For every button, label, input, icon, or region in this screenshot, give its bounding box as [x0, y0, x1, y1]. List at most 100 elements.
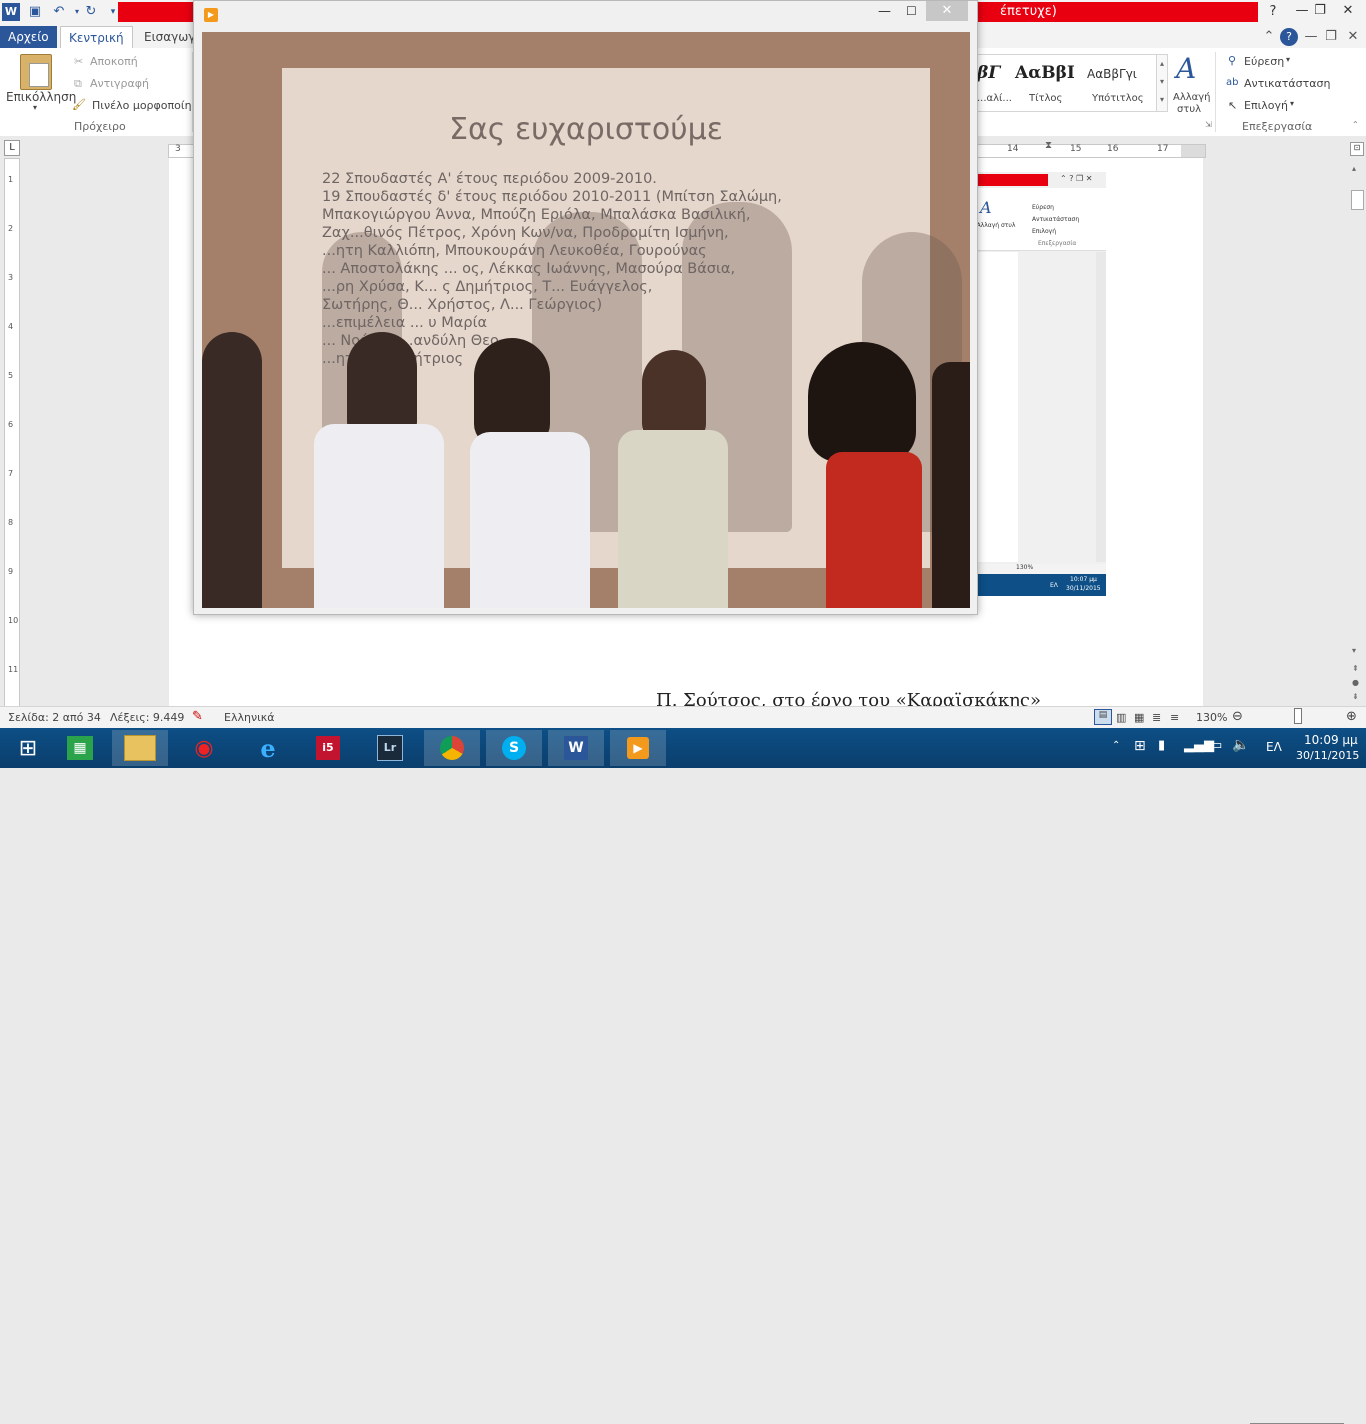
- help-circle-icon[interactable]: ?: [1280, 28, 1298, 46]
- media-app-icon[interactable]: ◉: [176, 730, 232, 766]
- device-icon[interactable]: ▮: [1158, 738, 1165, 753]
- mini-date: 30/11/2015: [1066, 585, 1101, 592]
- start-button[interactable]: ⊞: [0, 730, 56, 766]
- prev-page-icon[interactable]: ⇞: [1352, 664, 1359, 673]
- ruler-toggle-icon[interactable]: ⊡: [1350, 142, 1364, 156]
- page-count[interactable]: Σελίδα: 2 από 34: [8, 711, 101, 724]
- vertical-scrollbar[interactable]: ▴ ▾ ⇞ ● ⇟: [1348, 160, 1366, 706]
- replace-button[interactable]: Αντικατάσταση: [1244, 77, 1330, 90]
- format-painter-icon: 🖌: [72, 98, 86, 111]
- file-explorer-icon[interactable]: [112, 730, 168, 766]
- proofing-icon[interactable]: ✎: [192, 709, 203, 724]
- style-preview-title[interactable]: ΑαΒβΙ: [1015, 63, 1075, 83]
- ribbon-restore-icon[interactable]: ❐: [1322, 28, 1340, 46]
- windows-logo-icon: ⊞: [18, 735, 38, 761]
- ruler-number: 17: [1157, 144, 1169, 154]
- close-icon[interactable]: ✕: [1330, 0, 1366, 22]
- select-dropdown-icon[interactable]: ▾: [1290, 99, 1294, 108]
- change-styles-button[interactable]: Αλλαγή στυλ: [1173, 92, 1211, 116]
- vertical-ruler[interactable]: 1 2 3 4 5 6 7 8 9 10 11: [4, 158, 20, 708]
- language-status[interactable]: Ελληνικά: [224, 711, 275, 724]
- draft-icon[interactable]: ≡: [1170, 711, 1179, 724]
- person-right-edge: [932, 362, 970, 608]
- tab-file[interactable]: Αρχείο: [0, 26, 57, 48]
- zoom-slider[interactable]: [1294, 708, 1302, 724]
- media-player-window[interactable]: ▶ — ☐ ✕ Σας ευχαριστούμε 22 Σπουδαστές Α…: [193, 0, 978, 615]
- slide-bullets: 22 Σπουδαστές Α' έτους περιόδου 2009-201…: [322, 170, 962, 368]
- scroll-up-icon[interactable]: ▴: [1352, 164, 1356, 173]
- player-minimize-icon[interactable]: —: [878, 4, 891, 19]
- clock-date[interactable]: 30/11/2015: [1296, 749, 1359, 762]
- slide-title: Σας ευχαριστούμε: [449, 112, 723, 147]
- browse-object-icon[interactable]: ●: [1352, 678, 1359, 687]
- change-styles-icon: A: [1176, 52, 1197, 85]
- collapse-ribbon-arrow-icon[interactable]: ⌃: [1352, 120, 1359, 129]
- volume-icon[interactable]: 🔈: [1232, 737, 1249, 753]
- select-button[interactable]: Επιλογή: [1244, 99, 1288, 112]
- mini-change-styles: Αλλαγή στυλ: [976, 222, 1016, 229]
- person-left-edge: [202, 332, 262, 608]
- style-preview-subtitle[interactable]: ΑαΒβΓγι: [1087, 67, 1137, 81]
- keyboard-language[interactable]: ΕΛ: [1266, 740, 1282, 754]
- slide-bullet: Ζαχ...θινός Πέτρος, Χρόνη Κων/να, Προδρο…: [322, 225, 729, 241]
- player-maximize-icon[interactable]: ☐: [906, 4, 917, 18]
- redo-icon[interactable]: ↻: [82, 3, 100, 21]
- mini-find: Εύρεση: [1032, 204, 1054, 211]
- print-layout-icon[interactable]: ▤: [1094, 709, 1112, 725]
- windows-tray-icon[interactable]: ⊞: [1134, 738, 1146, 754]
- tab-home[interactable]: Κεντρική: [60, 26, 133, 49]
- find-button[interactable]: Εύρεση: [1244, 55, 1284, 68]
- vruler-number: 9: [8, 567, 14, 576]
- show-hidden-icons[interactable]: ⌃: [1112, 740, 1120, 751]
- mini-zoom: 130%: [1016, 564, 1034, 571]
- slide-bullet: Σωτήρης, Θ... Χρήστος, Λ... Γεώργιος): [322, 297, 603, 313]
- cut-button[interactable]: Αποκοπή: [90, 55, 138, 68]
- slide-bullet: ...ητη Καλλιόπη, Μπουκουράνη Λευκοθέα, Γ…: [322, 243, 707, 259]
- word-count[interactable]: Λέξεις: 9.449: [110, 711, 184, 724]
- paste-button[interactable]: Επικόλληση: [6, 90, 76, 104]
- paste-icon[interactable]: [20, 54, 52, 90]
- internet-explorer-icon[interactable]: e: [240, 730, 296, 766]
- outline-icon[interactable]: ≣: [1152, 711, 1161, 724]
- copy-button[interactable]: Αντιγραφή: [90, 77, 149, 90]
- find-icon: ⚲: [1228, 54, 1237, 67]
- zoom-level[interactable]: 130%: [1196, 711, 1227, 724]
- ribbon-close-icon[interactable]: ✕: [1344, 28, 1362, 46]
- zoom-in-icon[interactable]: ⊕: [1346, 709, 1357, 724]
- styles-gallery: βΓ ...αλί... ΑαΒβΙ Τίτλος ΑαΒβΓγι Υπότιτ…: [976, 54, 1158, 112]
- lightroom-icon[interactable]: Lr: [362, 730, 418, 766]
- chrome-icon[interactable]: [424, 730, 480, 766]
- read-mode-icon[interactable]: ▥: [1116, 711, 1126, 724]
- clock-time[interactable]: 10:09 μμ: [1304, 733, 1358, 747]
- tab-selector-icon[interactable]: L: [4, 140, 20, 156]
- style-preview-1[interactable]: βΓ: [977, 63, 1000, 83]
- web-layout-icon[interactable]: ▦: [1134, 711, 1144, 724]
- paste-dropdown-icon[interactable]: ▾: [33, 103, 37, 112]
- save-icon[interactable]: ▣: [26, 3, 44, 21]
- video-frame[interactable]: Σας ευχαριστούμε 22 Σπουδαστές Α' έτους …: [202, 32, 970, 608]
- ribbon-minimize-icon[interactable]: —: [1302, 28, 1320, 46]
- style-label-title: Τίτλος: [1029, 93, 1063, 104]
- zoom-out-icon[interactable]: ⊖: [1232, 709, 1243, 724]
- vruler-number: 7: [8, 469, 14, 478]
- vruler-number: 10: [8, 616, 19, 625]
- copy-icon: ⧉: [74, 77, 82, 90]
- scroll-down-icon[interactable]: ▾: [1352, 646, 1356, 655]
- i5-app-icon[interactable]: i5: [300, 730, 356, 766]
- styles-scroll[interactable]: ▴ ▾ ▾: [1156, 54, 1168, 112]
- undo-icon[interactable]: ↶: [50, 3, 68, 21]
- skype-icon[interactable]: S: [486, 730, 542, 766]
- help-icon[interactable]: ?: [1264, 3, 1282, 21]
- styles-dialog-launcher-icon[interactable]: ⇲: [1205, 120, 1212, 129]
- action-center-icon[interactable]: ▭: [1210, 738, 1222, 753]
- indent-marker-icon[interactable]: ⧗: [1045, 140, 1052, 151]
- media-player-icon[interactable]: ▶: [610, 730, 666, 766]
- store-icon[interactable]: ▦: [52, 730, 108, 766]
- find-dropdown-icon[interactable]: ▾: [1286, 55, 1290, 64]
- next-page-icon[interactable]: ⇟: [1352, 692, 1359, 701]
- player-close-button[interactable]: ✕: [926, 1, 968, 21]
- vruler-number: 5: [8, 371, 14, 380]
- scroll-thumb[interactable]: [1351, 190, 1364, 210]
- collapse-ribbon-icon[interactable]: ⌃: [1260, 28, 1278, 46]
- word-app-icon[interactable]: W: [548, 730, 604, 766]
